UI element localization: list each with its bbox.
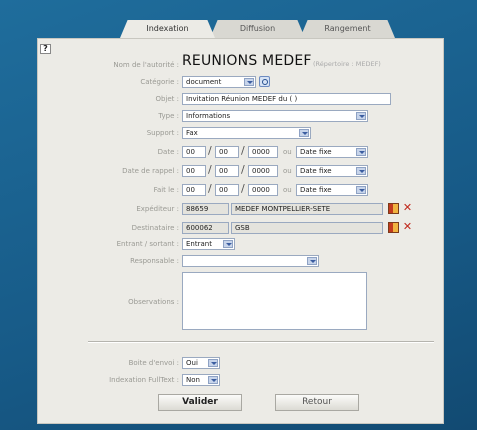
date-slash: / [241,163,245,176]
destinataire-label: Destinataire : [131,224,179,232]
fait-le-label: Fait le : [153,186,179,194]
row-responsable: Responsable : [0,255,477,269]
date-ou-text: ou [283,148,292,156]
support-select[interactable]: Fax [182,127,311,139]
responsable-label: Responsable : [130,257,179,265]
chevron-down-icon [307,257,317,265]
help-icon[interactable]: ? [40,44,51,54]
boite-label: Boite d'envoi : [128,359,179,367]
date-month-input[interactable]: 00 [215,146,239,158]
tab-bar: Rangement Diffusion Indexation [120,20,395,38]
fait-ou-text: ou [283,186,292,194]
address-book-icon[interactable] [388,222,399,233]
fait-day-input[interactable]: 00 [182,184,206,196]
tab-indexation[interactable]: Indexation [120,20,215,38]
categorie-label: Catégorie : [140,78,179,86]
tab-rangement[interactable]: Rangement [300,20,395,38]
boite-value: Oui [186,359,198,367]
chevron-down-icon [356,167,366,175]
chevron-down-icon [356,112,366,120]
type-value: Informations [186,112,231,120]
objet-label: Objet : [155,95,179,103]
rappel-option-select[interactable]: Date fixe [296,165,368,177]
expediteur-name: MEDEF MONTPELLIER-SETE [231,203,383,215]
fait-option-select[interactable]: Date fixe [296,184,368,196]
row-destinataire: Destinataire : 600062 GSB ✕ [0,221,477,236]
fait-option-value: Date fixe [300,186,332,194]
entrant-label: Entrant / sortant : [116,240,179,248]
tab-diffusion[interactable]: Diffusion [210,20,305,38]
date-option-select[interactable]: Date fixe [296,146,368,158]
date-rappel-label: Date de rappel : [122,167,179,175]
responsable-select[interactable] [182,255,319,267]
date-slash: / [208,163,212,176]
observations-textarea[interactable] [182,272,367,330]
destinataire-code: 600062 [182,222,229,234]
destinataire-name: GSB [231,222,383,234]
support-label: Support : [146,129,179,137]
type-label: Type : [158,112,179,120]
row-nom: Nom de l'autorité : REUNIONS MEDEF (Répe… [0,53,477,73]
row-fulltext: Indexation FullText : Non [0,374,477,388]
entrant-value: Entrant [186,240,212,248]
date-option-value: Date fixe [300,148,332,156]
rappel-year-input[interactable]: 0000 [248,165,278,177]
support-value: Fax [186,129,198,137]
chevron-down-icon [208,359,218,367]
expediteur-code: 88659 [182,203,229,215]
type-select[interactable]: Informations [182,110,368,122]
row-fait-le: Fait le : 00 / 00 / 0000 ou Date fixe [0,182,477,198]
fulltext-select[interactable]: Non [182,374,220,386]
rappel-option-value: Date fixe [300,167,332,175]
row-type: Type : Informations [0,110,477,124]
rappel-day-input[interactable]: 00 [182,165,206,177]
fait-year-input[interactable]: 0000 [248,184,278,196]
fulltext-value: Non [186,376,200,384]
authority-name: REUNIONS MEDEF [182,53,312,69]
date-slash: / [208,182,212,195]
retour-button[interactable]: Retour [275,394,359,411]
rappel-month-input[interactable]: 00 [215,165,239,177]
row-date: Date : 00 / 00 / 0000 ou Date fixe [0,144,477,160]
row-support: Support : Fax [0,127,477,141]
row-entrant: Entrant / sortant : Entrant [0,238,477,252]
repertoire-text: (Répertoire : MEDEF) [313,60,381,68]
date-label: Date : [157,148,179,156]
row-expediteur: Expéditeur : 88659 MEDEF MONTPELLIER-SET… [0,202,477,217]
delete-icon[interactable]: ✕ [402,221,413,233]
search-icon[interactable] [259,76,270,87]
valider-button[interactable]: Valider [158,394,242,411]
observations-label: Observations : [128,298,179,306]
categorie-select[interactable]: document [182,76,256,88]
date-year-input[interactable]: 0000 [248,146,278,158]
categorie-value: document [186,78,222,86]
row-objet: Objet : Invitation Réunion MEDEF du ( ) [0,93,477,107]
rappel-ou-text: ou [283,167,292,175]
row-categorie: Catégorie : document [0,76,477,90]
date-slash: / [241,144,245,157]
row-boite: Boite d'envoi : Oui [0,357,477,371]
nom-label: Nom de l'autorité : [113,61,179,69]
boite-select[interactable]: Oui [182,357,220,369]
date-day-input[interactable]: 00 [182,146,206,158]
date-slash: / [208,144,212,157]
divider [88,341,434,343]
objet-input[interactable]: Invitation Réunion MEDEF du ( ) [182,93,391,105]
delete-icon[interactable]: ✕ [402,202,413,214]
fulltext-label: Indexation FullText : [109,376,179,384]
row-date-rappel: Date de rappel : 00 / 00 / 0000 ou Date … [0,163,477,179]
expediteur-label: Expéditeur : [136,205,179,213]
chevron-down-icon [299,129,309,137]
entrant-select[interactable]: Entrant [182,238,235,250]
chevron-down-icon [356,186,366,194]
date-slash: / [241,182,245,195]
fait-month-input[interactable]: 00 [215,184,239,196]
address-book-icon[interactable] [388,203,399,214]
chevron-down-icon [208,376,218,384]
chevron-down-icon [244,78,254,86]
chevron-down-icon [223,240,233,248]
chevron-down-icon [356,148,366,156]
